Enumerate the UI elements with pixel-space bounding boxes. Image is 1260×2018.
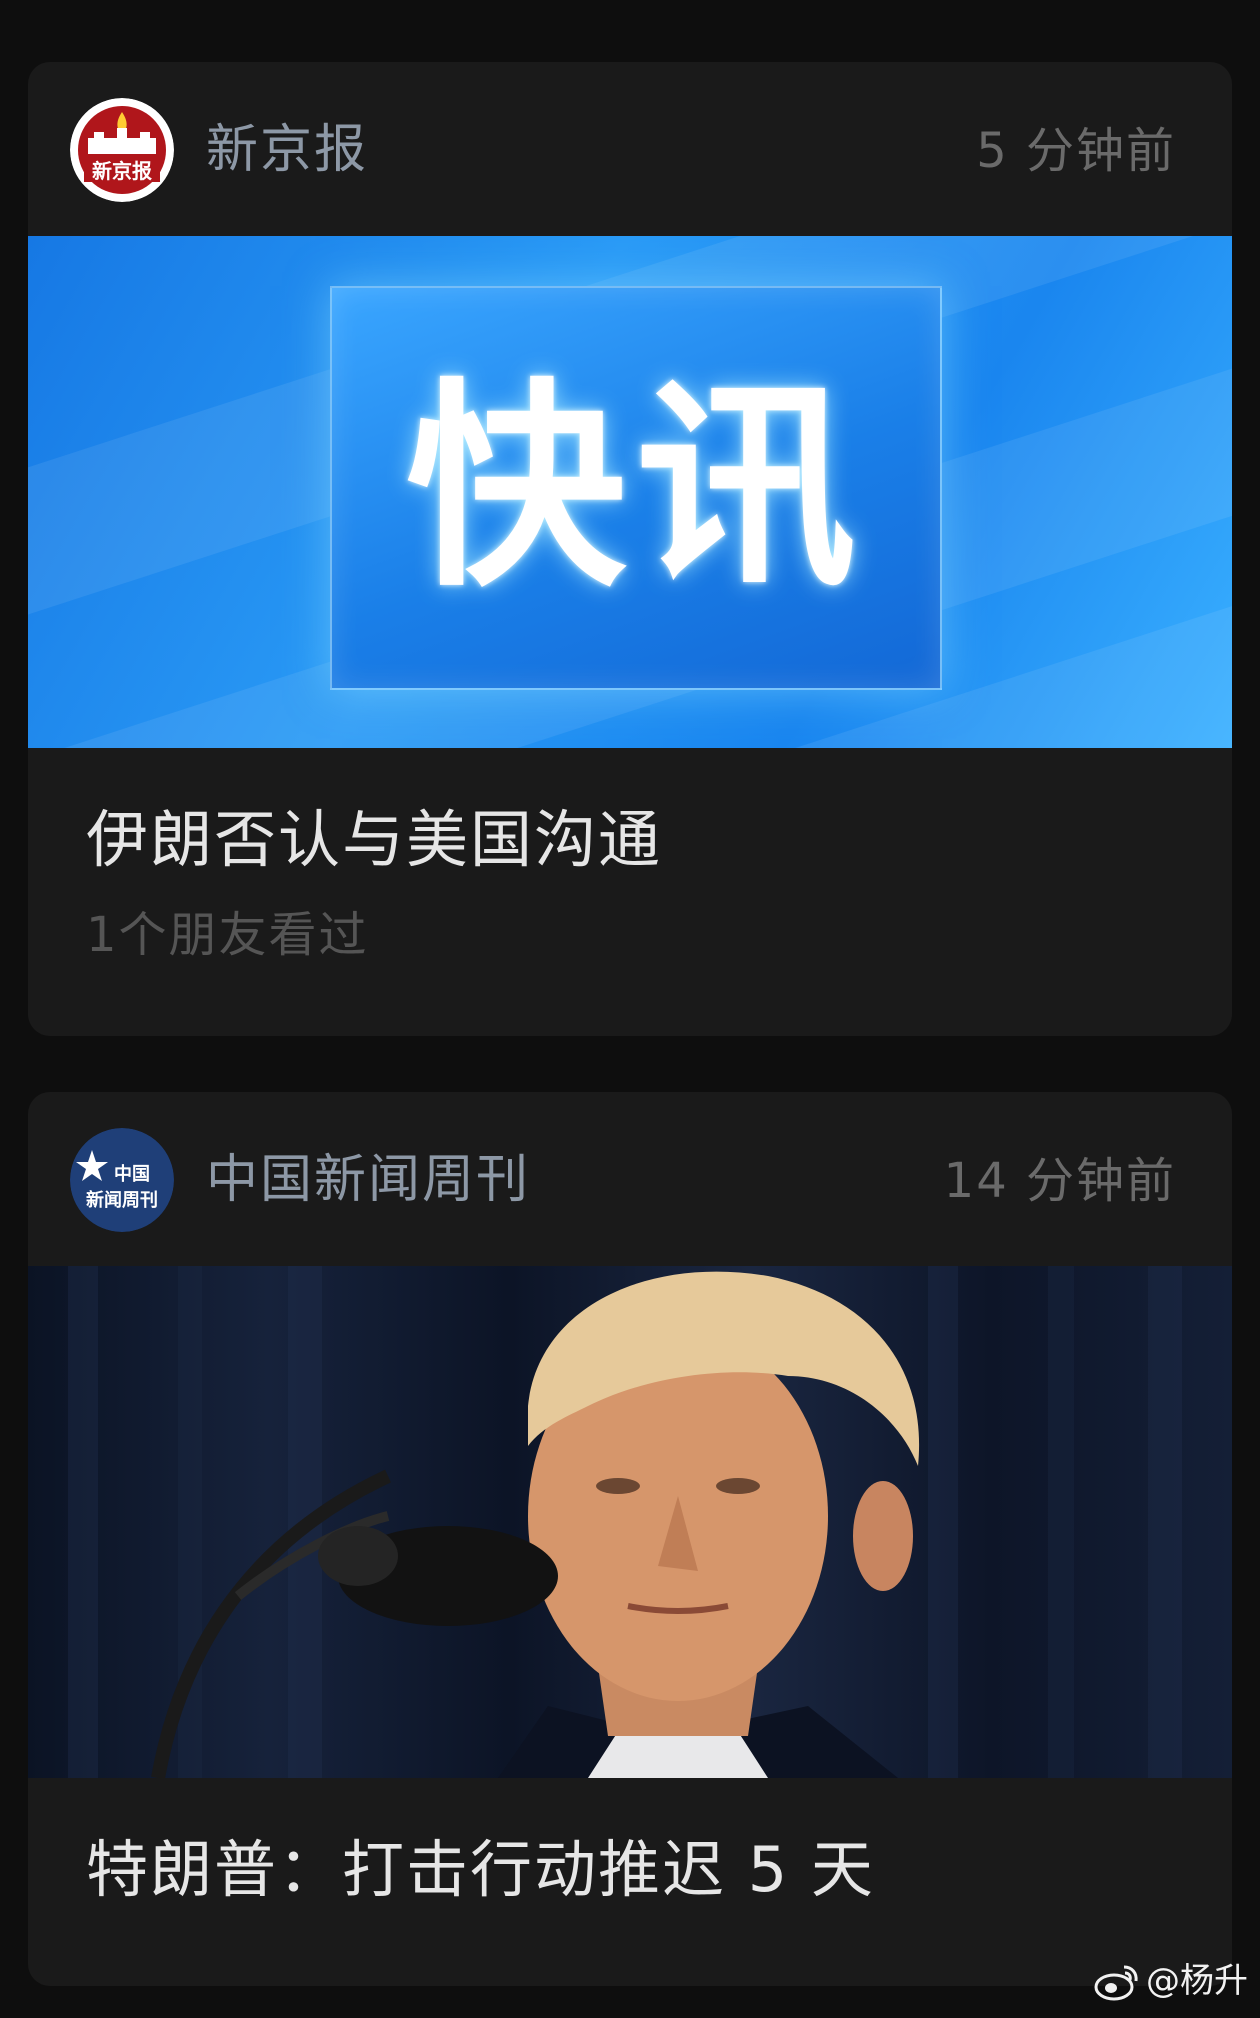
headline[interactable]: 特朗普：打击行动推迟 5 天 xyxy=(86,1828,875,1912)
friends-viewed-count: 1个朋友看过 xyxy=(86,907,369,963)
trump-at-microphone-photo xyxy=(68,1266,1182,1778)
xinjingbao-logo-icon: 新京报 xyxy=(70,98,174,202)
china-newsweek-logo-text-line2: 新闻周刊 xyxy=(86,1189,158,1211)
china-newsweek-logo-icon: 中国 新闻周刊 xyxy=(70,1128,174,1232)
flash-banner: 快讯 xyxy=(330,286,942,690)
china-newsweek-logo[interactable]: 中国 新闻周刊 xyxy=(70,1128,174,1232)
card-header: 新京报 新京报 5 分钟前 xyxy=(28,62,1232,236)
china-newsweek-logo-text-line1: 中国 xyxy=(114,1163,150,1185)
publish-time: 5 分钟前 xyxy=(976,123,1176,179)
watermark-text: @杨升 xyxy=(1146,1961,1248,2001)
xinjingbao-logo[interactable]: 新京报 xyxy=(70,98,174,202)
news-image[interactable]: 快讯 xyxy=(28,236,1232,748)
xinjingbao-logo-text: 新京报 xyxy=(92,159,152,183)
weibo-watermark: @杨升 xyxy=(1094,1956,1248,2006)
source-name[interactable]: 新京报 xyxy=(206,114,368,186)
source-name[interactable]: 中国新闻周刊 xyxy=(206,1144,530,1216)
news-card[interactable]: 中国 新闻周刊 中国新闻周刊 14 分钟前 特朗普：打击行动推迟 5 天 xyxy=(28,1092,1232,1986)
publish-time: 14 分钟前 xyxy=(943,1153,1176,1209)
news-photo[interactable] xyxy=(28,1266,1232,1778)
news-card[interactable]: 新京报 新京报 5 分钟前 快讯 伊朗否认与美国沟通 1个朋友看过 xyxy=(28,62,1232,1036)
flash-banner-text: 快讯 xyxy=(405,360,866,616)
headline[interactable]: 伊朗否认与美国沟通 xyxy=(86,798,662,882)
card-header: 中国 新闻周刊 中国新闻周刊 14 分钟前 xyxy=(28,1092,1232,1266)
news-feed: 新京报 新京报 5 分钟前 快讯 伊朗否认与美国沟通 1个朋友看过 中国 新闻周… xyxy=(0,0,1260,2018)
weibo-icon xyxy=(1094,1965,1138,2001)
